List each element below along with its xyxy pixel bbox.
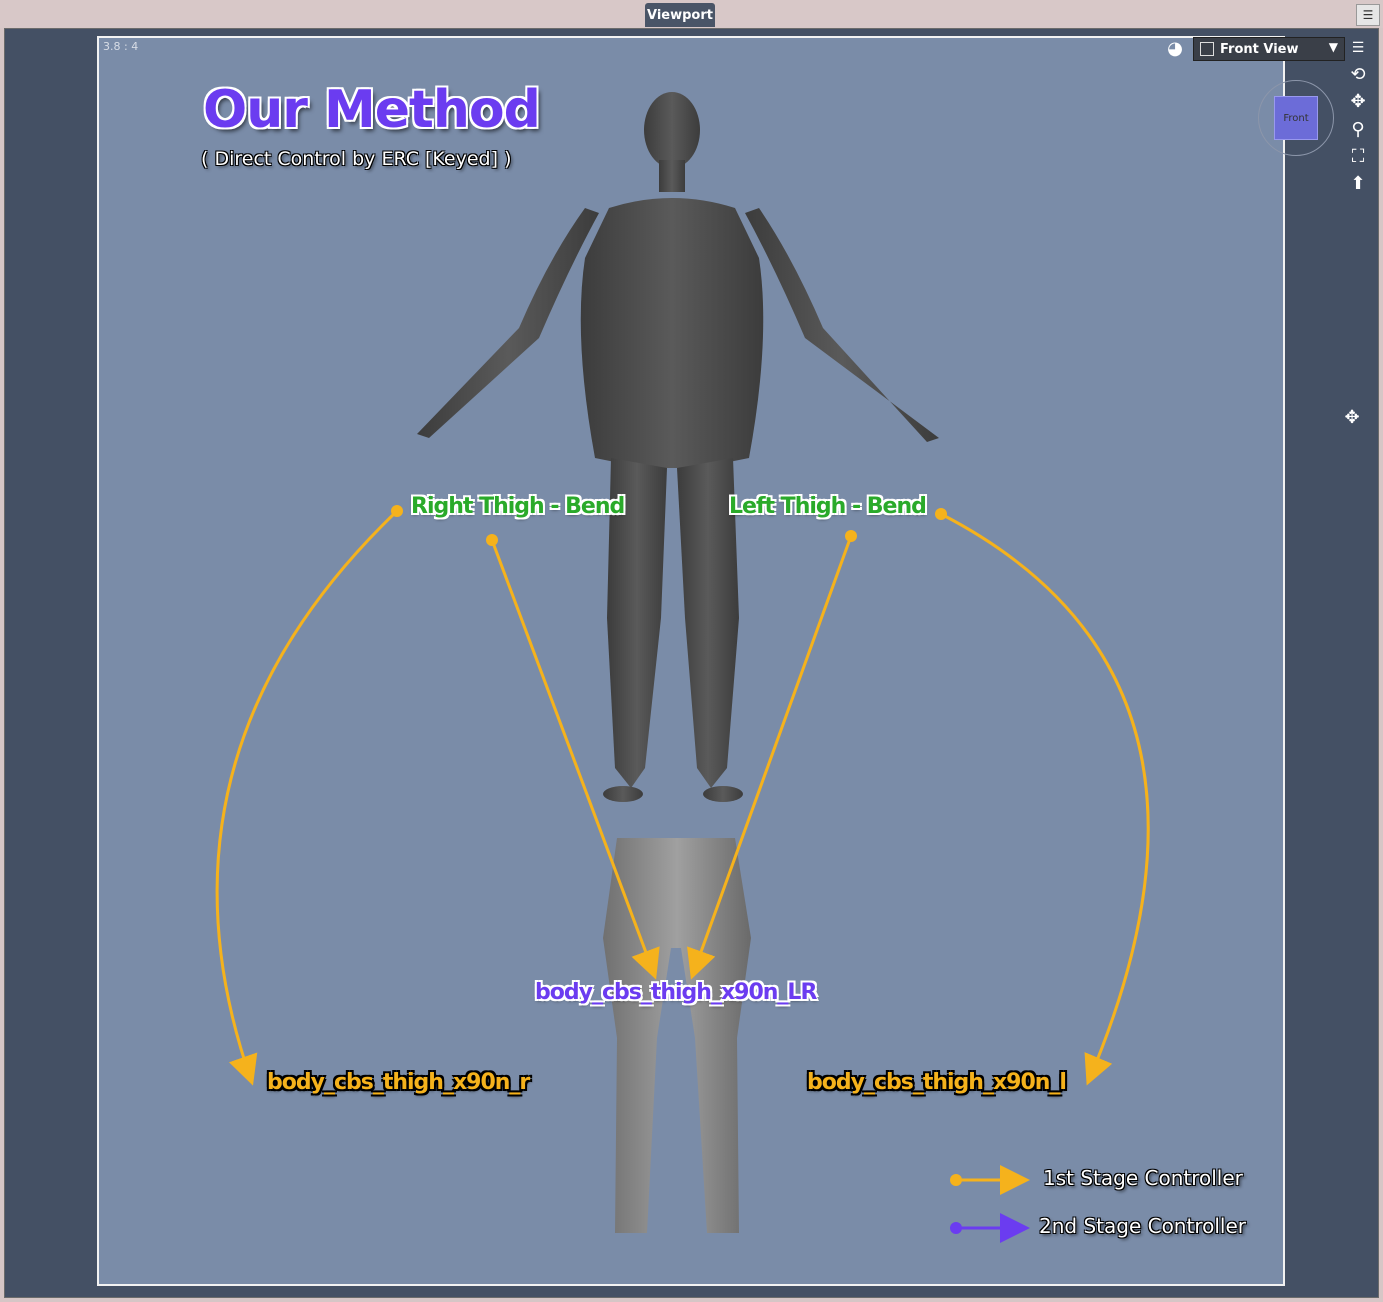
center-morph-label: body_cbs_thigh_x90n_LR	[535, 980, 817, 1005]
orbit-icon[interactable]: ⟲	[1347, 63, 1369, 85]
legend-first-stage: 1st Stage Controller	[1043, 1166, 1243, 1190]
panel-titlebar: Viewport ☰	[0, 0, 1383, 28]
viewport-menu-icon[interactable]: ☰	[1347, 37, 1369, 59]
right-morph-label: body_cbs_thigh_x90n_r	[267, 1070, 530, 1095]
shading-sphere-icon[interactable]: ◕	[1164, 37, 1186, 59]
left-morph-label: body_cbs_thigh_x90n_l	[807, 1070, 1067, 1095]
left-thigh-bend-label: Left Thigh - Bend	[729, 494, 927, 519]
right-thigh-bend-label: Right Thigh - Bend	[411, 494, 625, 519]
move-cursor-icon: ✥	[1344, 406, 1360, 428]
zoom-icon[interactable]: ⚲	[1347, 118, 1369, 140]
panel-menu-icon[interactable]: ☰	[1356, 4, 1380, 26]
nav-cube[interactable]: Front	[1274, 96, 1318, 140]
pan-icon[interactable]: ✥	[1347, 90, 1369, 112]
reset-icon[interactable]: ⬆	[1347, 172, 1369, 194]
chevron-down-icon: ▼	[1328, 40, 1338, 54]
character-figure[interactable]	[417, 92, 939, 802]
figure-and-arrows	[215, 92, 1150, 1243]
viewport-canvas[interactable]: 3.8 : 4 Our Method ( Direct Control by E…	[97, 36, 1285, 1286]
camera-icon	[1200, 42, 1214, 56]
tab-viewport[interactable]: Viewport	[645, 3, 715, 27]
view-name: Front View	[1220, 41, 1299, 57]
frame-icon[interactable]: ⛶	[1347, 145, 1369, 167]
view-selector-dropdown[interactable]: Front View ▼	[1193, 37, 1345, 61]
legend-second-stage: 2nd Stage Controller	[1039, 1214, 1246, 1238]
